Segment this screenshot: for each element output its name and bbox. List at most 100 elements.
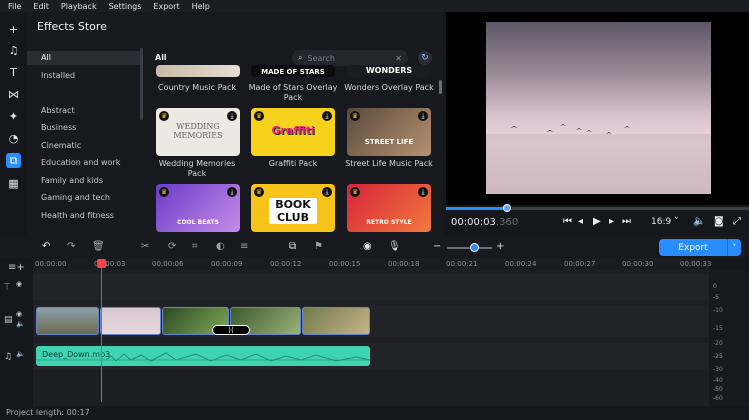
search-placeholder: Search [307, 53, 335, 63]
color-icon[interactable]: ◐ [216, 241, 225, 252]
zoom-out-icon[interactable]: − [433, 241, 441, 252]
category-family[interactable]: Family and kids [41, 176, 103, 185]
marker-icon[interactable]: ⚑ [314, 241, 323, 252]
add-icon[interactable]: + [6, 22, 21, 37]
add-track-icon[interactable]: ≡+ [8, 262, 25, 273]
cut-icon[interactable]: ✂ [141, 241, 149, 252]
category-health[interactable]: Health and fitness [41, 211, 114, 220]
menu-export[interactable]: Export [153, 2, 179, 11]
rotate-icon[interactable]: ⟳ [168, 241, 176, 252]
pack-thumb[interactable]: ♛ ⤓ WEDDING MEMORIES [156, 108, 240, 156]
pack-thumb[interactable]: ♛ ⤓ RETRO STYLE [347, 184, 431, 232]
meter-label: -20 [713, 340, 723, 347]
download-icon[interactable]: ⤓ [227, 187, 237, 197]
category-education[interactable]: Education and work [41, 158, 120, 167]
category-business[interactable]: Business [41, 123, 76, 132]
timeline-ruler[interactable] [33, 258, 709, 270]
pack-label: Graffiti Pack [268, 159, 318, 168]
text-icon[interactable]: T [6, 65, 21, 80]
microphone-icon[interactable]: 🎙 [388, 241, 401, 252]
menu-edit[interactable]: Edit [33, 2, 49, 11]
menu-file[interactable]: File [8, 2, 21, 11]
category-installed[interactable]: Installed [41, 71, 75, 80]
download-icon[interactable]: ⤓ [322, 111, 332, 121]
category-list: All Installed Abstract Business Cinemati… [27, 48, 143, 236]
ruler-label: 00:00:18 [388, 260, 420, 268]
menu-bar: File Edit Playback Settings Export Help [0, 0, 749, 12]
export-dropdown-icon[interactable]: ˅ [727, 239, 741, 256]
adjust-icon[interactable]: ≡ [240, 241, 248, 252]
timecode-main: 00:00:03 [451, 217, 496, 228]
category-cinematic[interactable]: Cinematic [41, 141, 81, 150]
seek-handle[interactable] [502, 204, 511, 212]
crop-icon[interactable]: ⌗ [192, 241, 198, 252]
preview-frame [486, 22, 711, 194]
zoom-handle[interactable] [470, 243, 479, 252]
download-icon[interactable]: ⤓ [227, 111, 237, 121]
category-gaming[interactable]: Gaming and tech [41, 193, 110, 202]
category-scrollbar[interactable] [140, 48, 143, 120]
meter-label: -50 [713, 386, 723, 393]
download-icon[interactable]: ⤓ [418, 111, 428, 121]
pack-thumb[interactable]: ♛ ⤓ STREET LIFE [347, 108, 431, 156]
video-clip[interactable] [302, 307, 370, 335]
playhead-handle[interactable] [97, 259, 106, 268]
download-icon[interactable]: ⤓ [418, 187, 428, 197]
delete-icon[interactable]: 🗑 [92, 241, 105, 252]
category-abstract[interactable]: Abstract [41, 106, 75, 115]
menu-playback[interactable]: Playback [61, 2, 97, 11]
export-button[interactable]: Export [659, 239, 727, 256]
pack-thumb[interactable]: ♛ ⤓ Graffiti [251, 108, 335, 156]
volume-icon[interactable]: 🔈 [693, 216, 705, 227]
clock-icon[interactable]: ◔ [6, 131, 21, 146]
undo-icon[interactable]: ↶ [42, 241, 50, 252]
location-icon[interactable]: ◉ [363, 241, 372, 252]
visibility-icon[interactable]: ◉ [16, 310, 22, 318]
clear-icon[interactable]: ✕ [395, 54, 402, 63]
pack-thumb[interactable] [156, 65, 240, 77]
transition-icon[interactable]: ⟩⟨ [212, 325, 250, 335]
category-all[interactable]: All [27, 51, 140, 65]
aspect-ratio-select[interactable]: 16:9 ˅ [651, 217, 679, 227]
effects-store-icon[interactable]: ⧉ [6, 153, 21, 168]
ruler-label: 00:00:27 [564, 260, 596, 268]
ruler-label: 00:00:15 [329, 260, 361, 268]
step-back-icon[interactable]: ◂ [578, 216, 583, 227]
pack-thumb[interactable]: ♛ ⤓ BOOK CLUB [251, 184, 335, 232]
play-icon[interactable]: ▶ [593, 216, 601, 227]
step-forward-icon[interactable]: ▸ [609, 216, 614, 227]
music-icon[interactable]: ♫ [6, 43, 21, 58]
prev-clip-icon[interactable]: ⏮ [563, 216, 572, 227]
fullscreen-icon[interactable]: ⤢ [733, 216, 741, 227]
grid-scrollbar[interactable] [439, 80, 442, 94]
menu-settings[interactable]: Settings [109, 2, 142, 11]
pack-thumb[interactable]: MADE OF STARS [251, 65, 335, 77]
text-track[interactable] [33, 274, 709, 300]
seek-fill [446, 207, 507, 210]
search-input[interactable]: ⌕ Search ✕ [292, 50, 408, 66]
premium-icon: ♛ [350, 187, 360, 197]
transition-icon[interactable]: ⋈ [6, 87, 21, 102]
visibility-icon[interactable]: ◉ [16, 280, 22, 288]
panel-title: Effects Store [37, 20, 107, 33]
zoom-in-icon[interactable]: + [496, 241, 504, 252]
menu-help[interactable]: Help [192, 2, 210, 11]
video-clip[interactable] [100, 307, 161, 335]
next-clip-icon[interactable]: ⏭ [622, 216, 631, 227]
grid-icon[interactable]: ▦ [6, 176, 21, 191]
video-clip[interactable] [36, 307, 99, 335]
snapshot-icon[interactable]: ◙ [714, 216, 724, 227]
pack-thumb[interactable]: ♛ ⤓ COOL BEATS [156, 184, 240, 232]
pack-thumb[interactable]: WONDERS [347, 65, 431, 77]
redo-icon[interactable]: ↷ [67, 241, 75, 252]
download-icon[interactable]: ⤓ [322, 187, 332, 197]
track-controls: ≡+ T ◉ ▤ ◉ 🔈 ♫ 🔈 [0, 258, 33, 406]
playhead[interactable] [101, 260, 102, 402]
mute-icon[interactable]: 🔈 [16, 350, 25, 358]
audio-clip[interactable]: Deep_Down.mp3 [36, 346, 370, 366]
premium-icon: ♛ [159, 111, 169, 121]
refresh-icon[interactable]: ↻ [418, 51, 432, 65]
overlay-icon[interactable]: ⧉ [289, 241, 296, 252]
mute-icon[interactable]: 🔈 [16, 320, 25, 328]
magic-wand-icon[interactable]: ✦ [6, 109, 21, 124]
